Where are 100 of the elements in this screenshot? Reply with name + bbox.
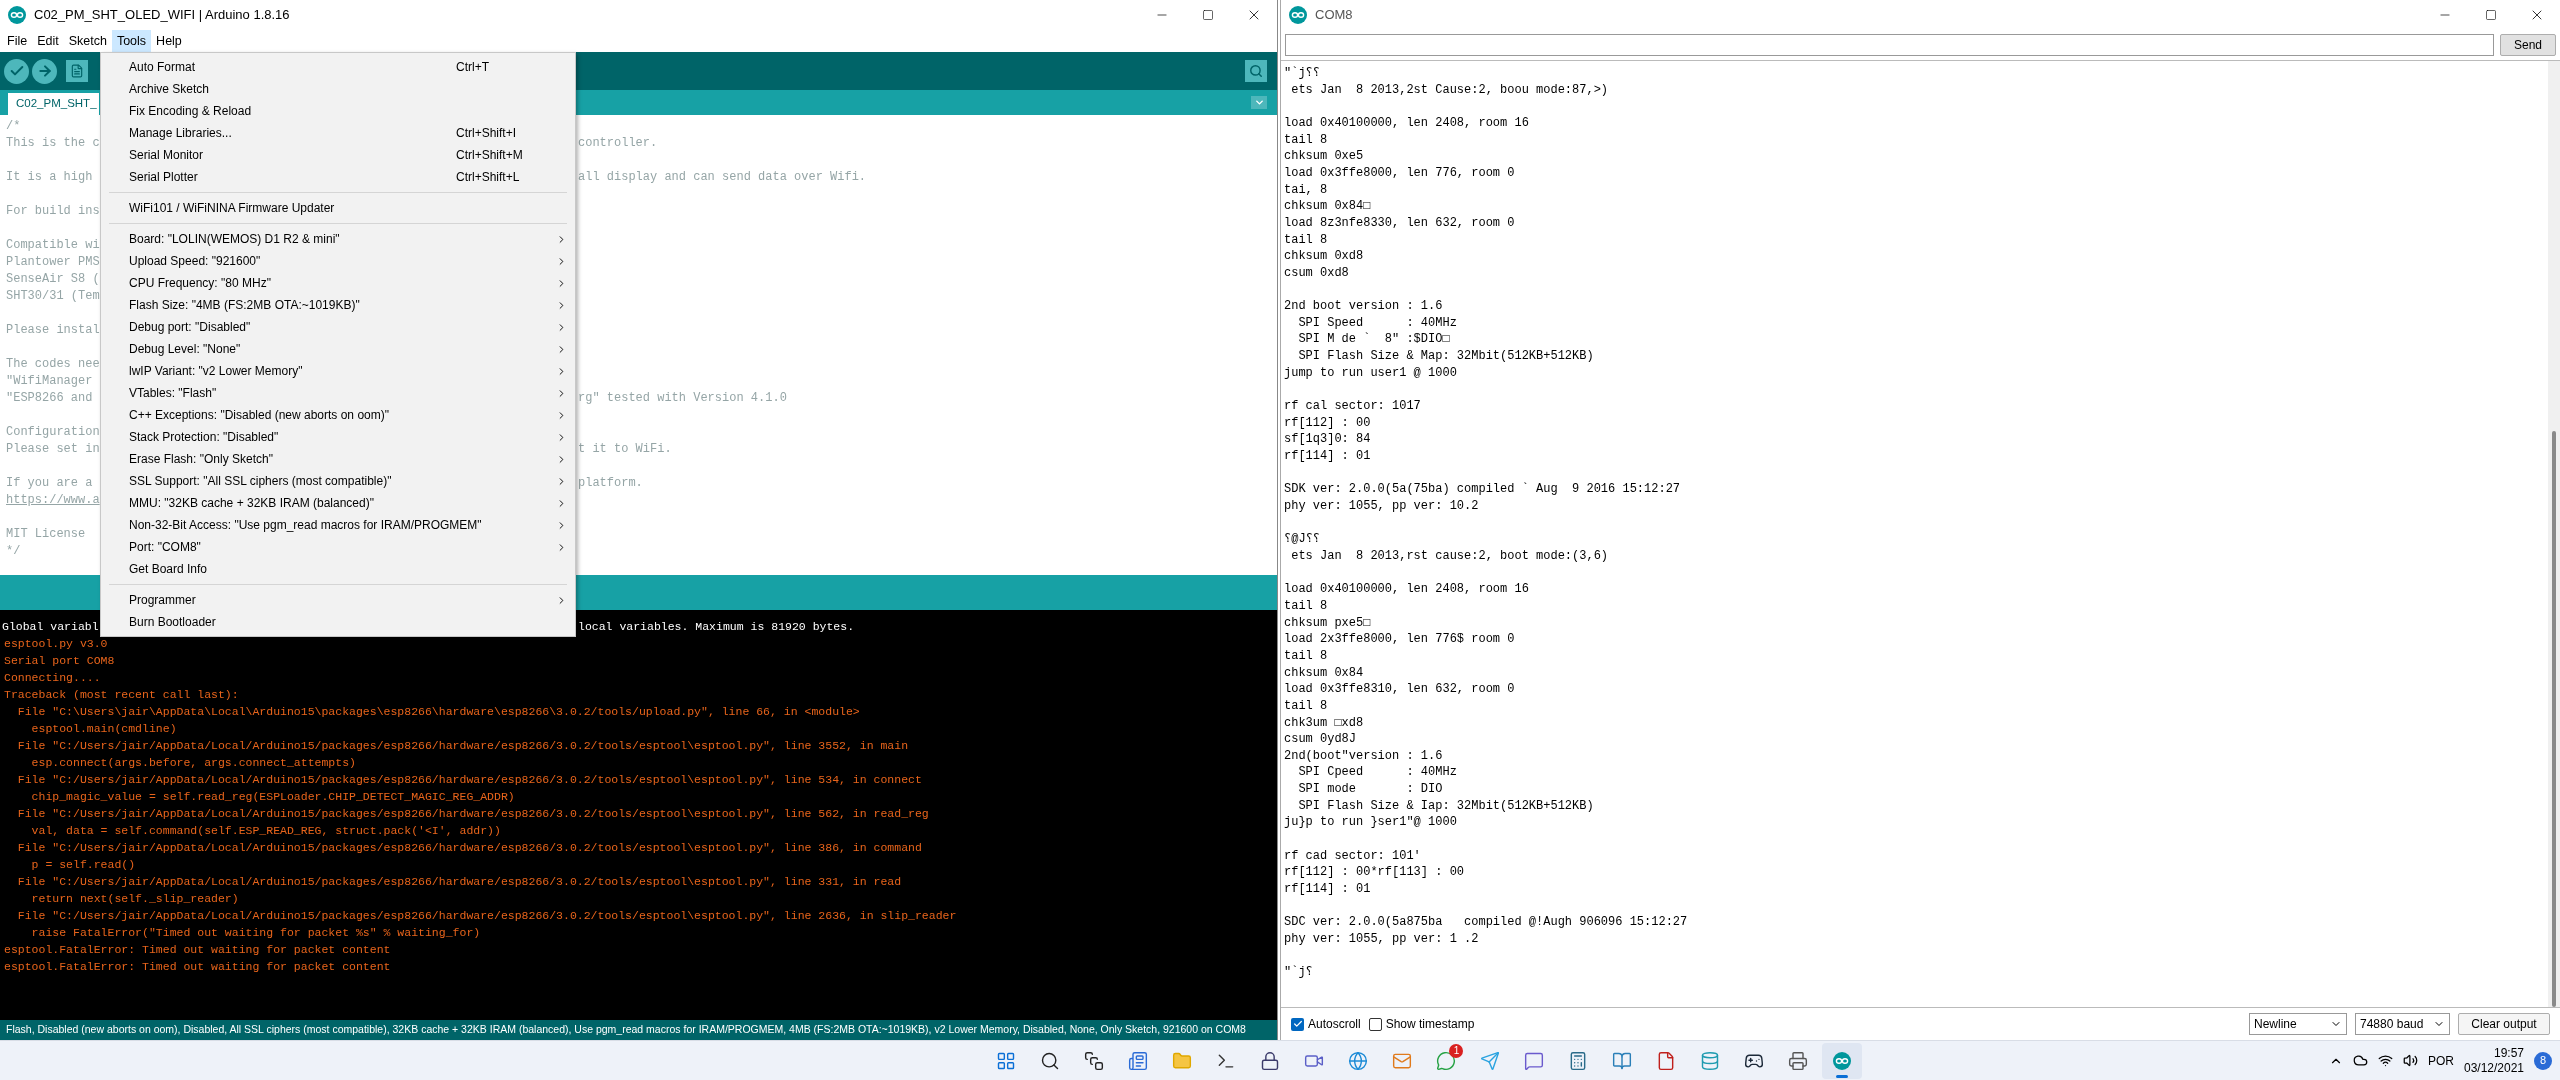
code-line: The codes nee xyxy=(6,357,100,371)
menu-item[interactable]: Debug port: "Disabled" xyxy=(101,316,556,338)
output-line: SDK ver: 2.0.0(5a(75ba) compiled ` Aug 9 2016 15:12:27 xyxy=(1284,482,1681,497)
cloud-icon[interactable] xyxy=(2352,1053,2368,1068)
app-icon xyxy=(8,6,26,24)
scrollbar-thumb[interactable] xyxy=(2552,431,2556,1007)
output-line: "`j⸮⸮ xyxy=(1284,66,1321,80)
menu-item[interactable]: WiFi101 / WiFiNINA Firmware Updater xyxy=(101,197,556,219)
menu-item[interactable]: MMU: "32KB cache + 32KB IRAM (balanced)" xyxy=(101,492,556,514)
menu-item[interactable]: C++ Exceptions: "Disabled (new aborts on oom)" xyxy=(101,404,556,426)
output-line: SDC ver: 2.0.0(5a875ba compiled @!Augh 906096 15:12:27 xyxy=(1284,915,1688,930)
menu-item[interactable]: Erase Flash: "Only Sketch" xyxy=(101,448,556,470)
output-line: SPI mode : DIO xyxy=(1297,782,1443,797)
menu-item[interactable]: Serial Monitor xyxy=(101,144,456,166)
output-line: ⸮@J⸮⸮ xyxy=(1284,532,1321,547)
code-line: all display and can send data over Wifi. xyxy=(578,169,868,186)
output-line: SPI Flash Size & Map: 32Mbit(512KB+512KB) xyxy=(1297,349,1594,364)
folder-icon xyxy=(1172,1050,1193,1071)
window-title: COM8 xyxy=(1315,6,1354,25)
new-sketch-button[interactable] xyxy=(66,60,88,82)
menu-item[interactable]: lwIP Variant: "v2 Lower Memory" xyxy=(101,360,556,382)
menu-item[interactable]: SSL Support: "All SSL ciphers (most compatible)" xyxy=(101,470,556,492)
output-line: load 0x3ffe8000, len 776, room 0 xyxy=(1284,165,1515,180)
console-line: val, data = self.command(self.ESP_READ_REG, struct.pack('<I', addr)) xyxy=(30,824,501,837)
menu-item[interactable]: Upload Speed: "921600" xyxy=(101,250,556,272)
network-icon[interactable] xyxy=(2377,1053,2393,1068)
active-indicator xyxy=(1836,1074,1849,1078)
code-line: Plantower PMS xyxy=(6,255,100,269)
baud-rate-select[interactable]: 74880 baud xyxy=(2355,1013,2450,1035)
output-line: rf cad sector: 101' xyxy=(1284,848,1421,863)
search-icon xyxy=(1249,64,1263,78)
verify-button[interactable] xyxy=(4,58,29,84)
output-line: rf[112] : 00 xyxy=(1284,415,1371,430)
sketch-tab[interactable]: C02_PM_SHT_ xyxy=(8,93,99,115)
menu-item[interactable]: Auto Format xyxy=(101,56,456,78)
menu-item[interactable]: Serial Plotter xyxy=(101,166,456,188)
menu-item[interactable]: Non-32-Bit Access: "Use pgm_read macros for IRAM/PROGMEM" xyxy=(101,514,556,536)
code-line: "ESP8266 and xyxy=(6,391,93,405)
menu-item[interactable]: Burn Bootloader xyxy=(101,611,556,633)
output-line: chksum 0x84□ xyxy=(1284,199,1371,214)
console-line: File "C:\Users\jair\AppData\Local\Arduino15\packages\esp8266\hardware\esp8266\3.0.2/tools/upload.py", line 66, in <module> xyxy=(16,705,860,718)
menu-button[interactable]: Edit xyxy=(32,30,64,52)
task-view-icon xyxy=(1084,1050,1105,1071)
menu-item[interactable]: Flash Size: "4MB (FS:2MB OTA:~1019KB)" xyxy=(101,294,556,316)
menu-button[interactable]: Tools xyxy=(111,30,152,52)
clear-output-button[interactable]: Clear output xyxy=(2458,1013,2550,1035)
notification-count[interactable]: 8 xyxy=(2534,1051,2552,1070)
code-line: For build ins xyxy=(6,204,100,218)
taskbar-app[interactable]: 1 xyxy=(1426,1042,1467,1079)
send-button[interactable]: Send xyxy=(2500,34,2556,56)
menu-item[interactable]: VTables: "Flash" xyxy=(101,382,556,404)
menu-item[interactable]: Get Board Info xyxy=(101,558,556,580)
clock-time: 19:57 xyxy=(2494,1045,2524,1061)
output-line: load 0x40100000, len 2408, room 16 xyxy=(1284,115,1529,130)
output-line: sf[1q3]0: 84 xyxy=(1284,432,1371,447)
console-line: File "C:/Users/jair/AppData/Local/Arduino15/packages/esp8266/hardware/esp8266/3.0.2/tools/esptool\esptool.py", line 3552, in main xyxy=(16,739,909,752)
output-line: rf cal sector: 1017 xyxy=(1284,399,1421,414)
console-line: File "C:/Users/jair/AppData/Local/Arduino15/packages/esp8266/hardware/esp8266/3.0.2/tools/esptool\esptool.py", line 2636, in slip_reader xyxy=(16,909,957,922)
menu-item[interactable]: Programmer xyxy=(101,589,556,611)
clock-date: 03/12/2021 xyxy=(2463,1060,2524,1076)
output-line: SPI M de ` 8" :$DIO□ xyxy=(1297,332,1450,347)
menu-button[interactable]: Sketch xyxy=(63,30,112,52)
console-line: Traceback (most recent call last): xyxy=(4,688,239,701)
console-line: Global variabl xyxy=(2,620,99,633)
console-line: esptool.main(cmdline) xyxy=(30,722,177,735)
console-line: File "C:/Users/jair/AppData/Local/Arduino15/packages/esp8266/hardware/esp8266/3.0.2/tools/esptool\esptool.py", line 562, in read_reg xyxy=(16,807,929,820)
console-line: return next(self._slip_reader) xyxy=(30,892,239,905)
output-line: 2nd(boot"version : 1.6 xyxy=(1284,748,1443,763)
upload-button[interactable] xyxy=(32,58,57,84)
serial-monitor-button[interactable] xyxy=(1245,60,1267,82)
menu-item[interactable]: Debug Level: "None" xyxy=(101,338,556,360)
output-line: chksum 0xd8 xyxy=(1284,249,1364,264)
language-indicator[interactable]: POR xyxy=(2427,1051,2454,1070)
autoscroll-checkbox[interactable] xyxy=(1291,1017,1304,1031)
menu-item[interactable]: Stack Protection: "Disabled" xyxy=(101,426,556,448)
speaker-icon[interactable] xyxy=(2402,1053,2418,1068)
console-line: esptool.FatalError: Timed out waiting for packet content xyxy=(4,943,391,956)
code-line: "WifiManager xyxy=(6,374,93,388)
menu-button[interactable]: Help xyxy=(151,30,187,52)
output-line: tail 8 xyxy=(1284,232,1328,247)
menu-item[interactable]: CPU Frequency: "80 MHz" xyxy=(101,272,556,294)
line-ending-select[interactable]: Newline xyxy=(2249,1013,2347,1035)
widgets-icon xyxy=(1128,1050,1149,1071)
menu-item[interactable]: Port: "COM8" xyxy=(101,536,556,558)
message-input[interactable] xyxy=(1285,34,2494,56)
console-line: p = self.read() xyxy=(30,858,136,871)
output-line: csum 0xd8 xyxy=(1284,265,1349,280)
menu-item[interactable]: Archive Sketch xyxy=(101,78,556,100)
checkbox-label: Autoscroll xyxy=(1308,1016,1361,1033)
menu-item[interactable]: Manage Libraries... xyxy=(101,122,456,144)
timestamp-checkbox[interactable] xyxy=(1368,1017,1382,1031)
code-line: controller. xyxy=(578,135,659,152)
menu-item[interactable]: Board: "LOLIN(WEMOS) D1 R2 & mini" xyxy=(101,228,556,250)
code-line: Please set in xyxy=(6,442,100,456)
menu-item[interactable]: Fix Encoding & Reload xyxy=(101,100,556,122)
menu-button[interactable]: File xyxy=(2,30,33,52)
maximize-icon xyxy=(1202,9,1214,21)
output-line: tail 8 xyxy=(1284,648,1328,663)
console-line: esptool.py v3.0 xyxy=(4,637,108,650)
shortcut-label: Ctrl+T xyxy=(456,59,490,76)
